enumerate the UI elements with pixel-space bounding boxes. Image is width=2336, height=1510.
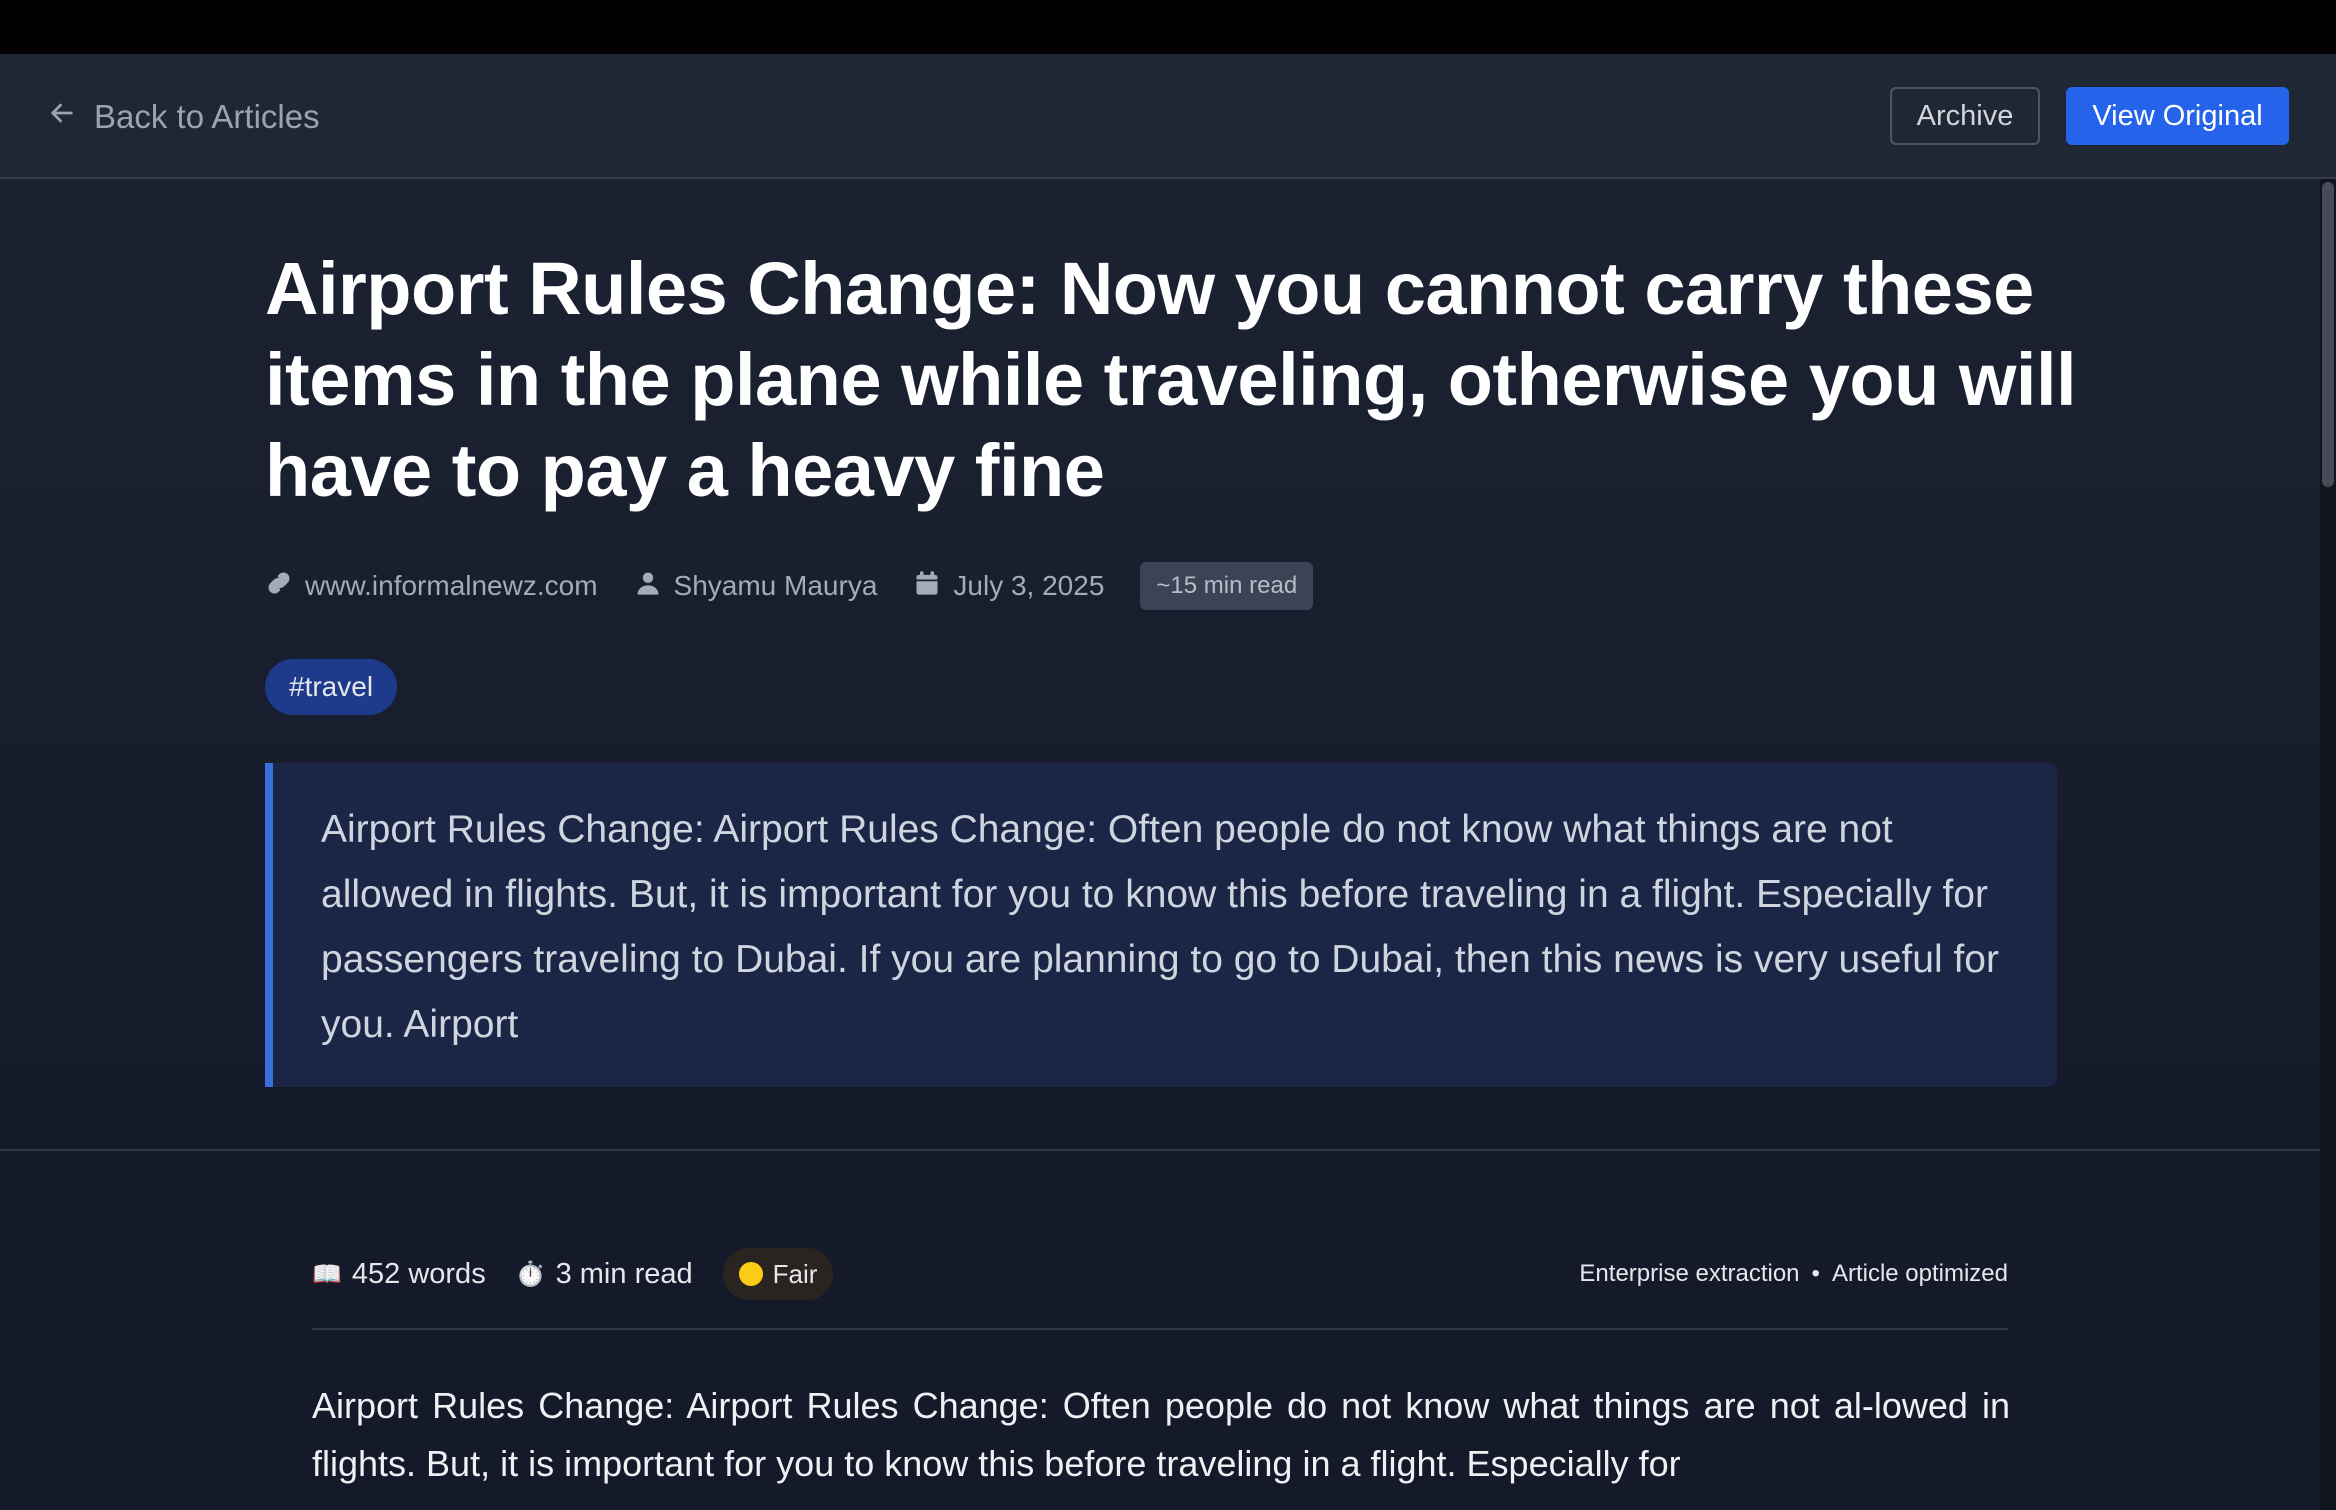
word-count: 📖 452 words [312,1258,486,1291]
book-icon: 📖 [312,1260,342,1288]
separator: • [1811,1260,1820,1287]
article-excerpt: Airport Rules Change: Airport Rules Chan… [265,763,2057,1087]
user-icon [634,569,662,604]
arrow-left-icon [46,97,78,137]
word-count-label: 452 words [351,1257,486,1290]
publish-date: July 3, 2025 [953,570,1105,601]
view-original-button[interactable]: View Original [2066,87,2289,145]
reading-stats: 📖 452 words ⏱️ 3 min read Fair Enterpris… [312,1247,2008,1301]
article-meta: www.informalnewz.com Shyamu Maurya July … [265,562,1314,610]
quality-dot-icon [738,1262,763,1286]
optimized-label: Article optimized [1831,1260,2008,1287]
article-reader-window: Back to Articles Archive View Original A… [0,0,2336,1510]
quality-label: Fair [772,1258,818,1289]
extraction-label: Enterprise extraction [1579,1260,1800,1287]
extraction-info: Enterprise extraction • Article optimize… [1579,1260,2008,1288]
read-time: ⏱️ 3 min read [516,1258,693,1291]
article-body: Airport Rules Change: Airport Rules Chan… [312,1385,2010,1484]
source-domain: www.informalnewz.com [305,570,598,601]
author-name: Shyamu Maurya [673,570,878,601]
article-header-bar: Back to Articles Archive View Original [0,54,2336,179]
author-meta: Shyamu Maurya [634,569,878,604]
scrollbar-thumb[interactable] [2322,182,2334,487]
content-divider [312,1328,2008,1330]
calendar-icon [913,569,941,604]
stopwatch-icon: ⏱️ [515,1260,546,1288]
date-meta: July 3, 2025 [913,569,1104,604]
source-meta[interactable]: www.informalnewz.com [265,569,598,604]
back-to-articles-link[interactable]: Back to Articles [46,92,320,142]
article-hero: Airport Rules Change: Now you cannot car… [0,179,2320,1151]
top-bar [0,0,2336,54]
article-content: 📖 452 words ⏱️ 3 min read Fair Enterpris… [0,1151,2320,1510]
back-label: Back to Articles [94,98,320,135]
link-icon [265,569,293,604]
read-time-badge: ~15 min read [1140,562,1314,610]
article-title: Airport Rules Change: Now you cannot car… [265,247,2077,512]
quality-badge: Fair [722,1248,834,1300]
tag-travel[interactable]: #travel [265,659,398,715]
read-time-label: 3 min read [555,1257,693,1290]
archive-button[interactable]: Archive [1890,87,2040,145]
